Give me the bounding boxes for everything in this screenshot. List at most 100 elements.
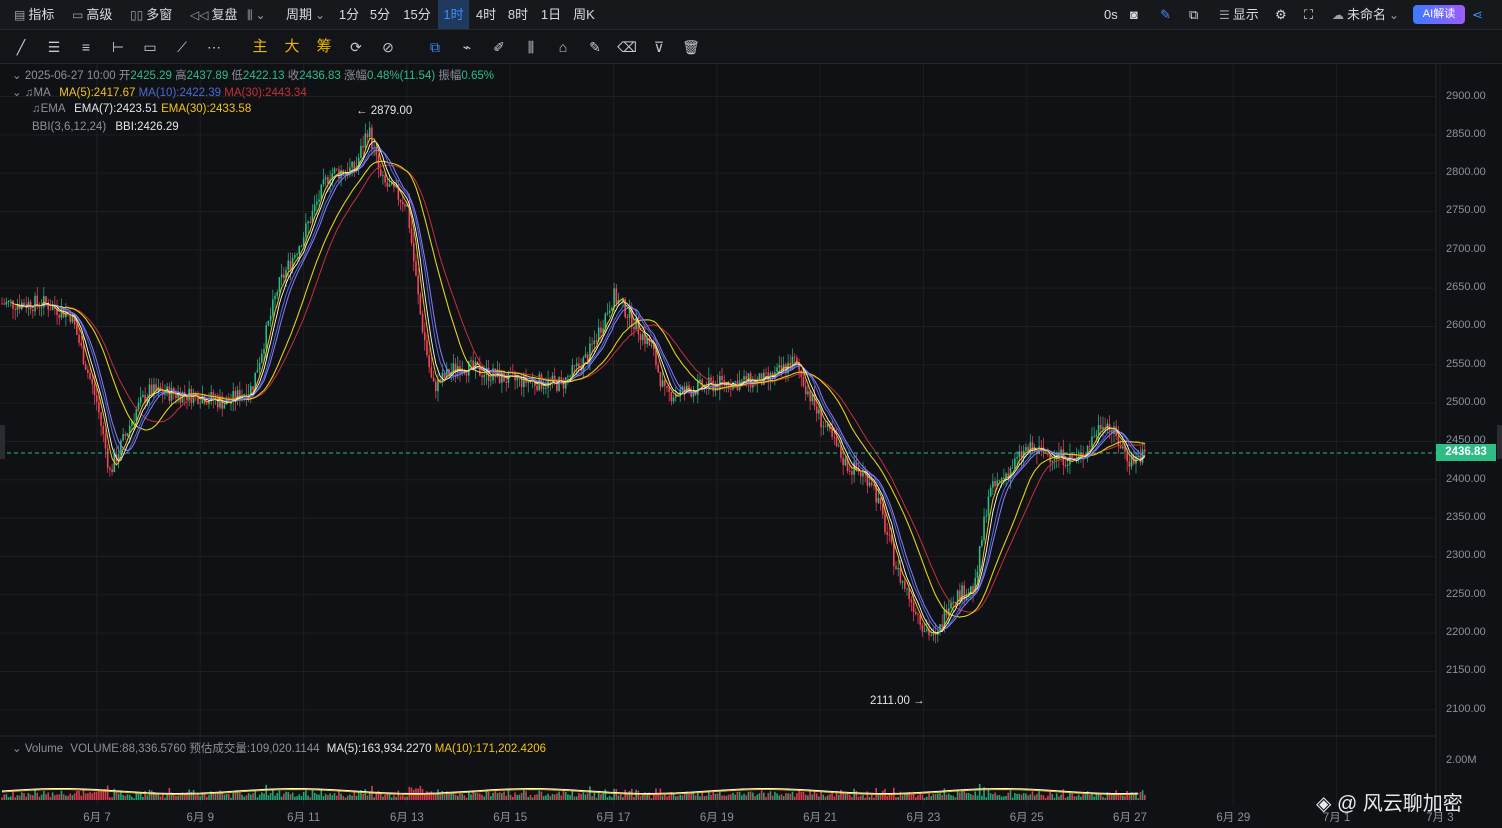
volume-bar [10,796,12,800]
volume-bar [895,797,897,800]
trend-line-icon[interactable]: ╱ [10,37,32,57]
hide-drawings-icon[interactable]: ⊘ [377,37,399,57]
indicators-button[interactable]: ▤ 指标 [14,0,54,29]
timeframe-15m[interactable]: 15分 [400,0,434,29]
pencil-icon[interactable]: ✎ [1160,0,1171,29]
candle-body [527,381,530,383]
export-icon[interactable]: ⧉ [1189,0,1198,29]
volume-bar [1027,795,1029,800]
multi-window-button[interactable]: ▯▯ 多窗 [130,0,172,29]
ema-legend[interactable]: ♫EMA EMA(7):2423.51 EMA(30):2433.58 [32,103,251,115]
ma5-line [10,137,1146,635]
volume-bar [1075,796,1078,800]
candle-body [256,370,259,373]
volume-bar [600,794,602,800]
volume-bar [51,792,54,800]
volume-bar [1014,793,1016,800]
candle-body [560,377,563,380]
ruler-icon[interactable]: ⌁ [456,37,478,57]
more-icon[interactable]: ⋯ [203,37,225,57]
horizontal-lines-icon[interactable]: ☰ [43,37,65,57]
chevron-down-icon[interactable]: ⌄ [12,70,22,82]
display-button[interactable]: ☰ 显示 [1219,0,1259,29]
candle-body [60,307,63,318]
volume-bar [575,796,578,800]
timeframe-1m[interactable]: 1分 [335,0,363,29]
ai-interpret-button[interactable]: AI解读 [1413,5,1465,24]
price-tick-label: 2700.00 [1446,242,1486,255]
volume-bar [80,795,83,800]
candle-body [481,375,483,378]
candle-body [307,221,309,224]
candle-body [776,367,778,373]
eraser-icon[interactable]: ⌫ [616,37,638,57]
rectangle-icon[interactable]: ▭ [139,37,161,57]
timeframe-1d[interactable]: 1日 [537,0,565,29]
volume-bar [910,794,913,800]
price-tick-label: 2350.00 [1446,511,1486,524]
chevron-down-icon[interactable]: ⌄ [12,743,22,755]
candle-body [313,204,316,212]
note-icon[interactable]: ✎ [584,37,606,57]
volume-bar [807,795,809,800]
camera-icon[interactable]: ◙ [1130,0,1138,29]
candle-body [802,376,805,387]
share-icon[interactable]: ⋖ [1472,0,1483,29]
candle-body [818,409,820,414]
volume-bar [289,794,292,800]
candle-body [831,429,833,437]
volume-bar [844,793,847,800]
volume-bar [963,789,966,800]
timeframe-5m[interactable]: 5分 [366,0,394,29]
volume-bar [765,797,767,800]
timeframe-week[interactable]: 周K [569,0,599,29]
chips-toggle[interactable]: 筹 [313,37,335,57]
timeframe-8h[interactable]: 8时 [504,0,532,29]
measure-icon[interactable]: ⟋ [171,37,193,57]
volume-bar [538,790,541,800]
price-chart[interactable] [0,64,1502,828]
parallel-channel-icon[interactable]: ≡ [75,37,97,57]
candle-body [778,365,781,368]
filter-icon[interactable]: ⊽ [648,37,670,57]
sync-icon[interactable]: ⟳ [345,37,367,57]
trash-icon[interactable]: 🗑 [680,37,702,57]
settings-icon[interactable]: ⚙ [1275,0,1287,29]
chart-type-button[interactable]: ⫼ ⌄ [247,0,269,29]
volume-bar [111,797,113,800]
period-dropdown[interactable]: 周期 ⌄ [286,0,328,29]
right-scroll-handle[interactable] [1497,425,1502,459]
candle-body [437,379,439,392]
volume-bar [465,797,468,800]
candle-body [426,340,428,356]
volume-bar [71,795,74,800]
lock-icon[interactable]: ⌂ [552,37,574,57]
volume-bar [1115,790,1117,800]
big-order-toggle[interactable]: 大 [281,37,303,57]
timeframe-1h[interactable]: 1时 [438,0,469,29]
bell-icon[interactable]: ♫ [32,103,41,115]
bbi-legend[interactable]: BBI(3,6,12,24) BBI:2426.29 [32,121,179,133]
horizontal-ray-icon[interactable]: ⊢ [107,37,129,57]
advanced-button[interactable]: ▭ 高级 [72,0,112,29]
timeframe-4h[interactable]: 4时 [472,0,500,29]
candle-body [884,514,886,533]
volume-legend[interactable]: ⌄ Volume VOLUME:88,336.5760 预估成交量:109,02… [12,740,546,756]
ma-legend[interactable]: ⌄ ♫MA MA(5):2417.67 MA(10):2422.39 MA(30… [12,85,307,99]
candle-body [80,342,83,346]
magnet-icon[interactable]: ⧉ [424,37,446,57]
main-chart-toggle[interactable]: 主 [249,37,271,57]
volume-bar [1141,790,1144,800]
volume-bar [877,794,880,800]
candle-body [362,145,364,148]
left-scroll-handle[interactable] [0,425,5,459]
candle-compare-icon[interactable]: ⫼ [520,37,542,57]
volume-bar [49,797,52,800]
chevron-down-icon[interactable]: ⌄ [12,87,22,99]
brush-icon[interactable]: ✐ [488,37,510,57]
fullscreen-icon[interactable]: ⛶ [1304,0,1313,29]
volume-bar [155,793,157,800]
volume-bar [534,794,536,800]
layout-name-dropdown[interactable]: ☁ 未命名 ⌄ [1332,0,1402,29]
replay-button[interactable]: ◁◁ 复盘 [190,0,237,29]
